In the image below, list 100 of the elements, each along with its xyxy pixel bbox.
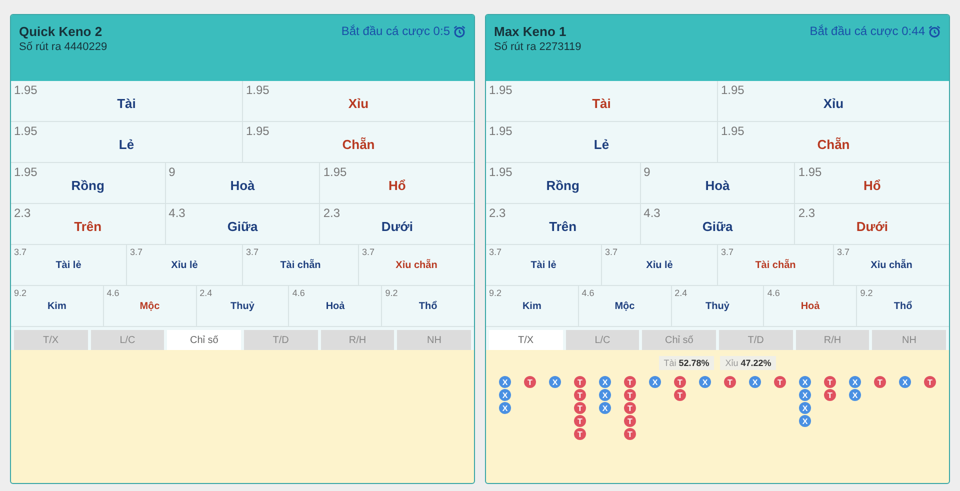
result-bead: X	[499, 402, 511, 414]
bet-option[interactable]: 9 Hoà	[166, 163, 320, 203]
bet-label: Dưới	[856, 219, 888, 234]
result-bead: X	[599, 389, 611, 401]
bet-label: Giữa	[702, 219, 733, 234]
result-bead: T	[574, 428, 586, 440]
bet-label: Tài	[117, 96, 136, 111]
odds: 4.3	[168, 206, 186, 220]
bet-option[interactable]: 2.4 Thuỷ	[672, 286, 764, 326]
result-bead: X	[749, 376, 761, 388]
bet-option[interactable]: 4.6 Hoả	[764, 286, 858, 326]
bet-option[interactable]: 4.3 Giữa	[640, 204, 796, 244]
bet-label: Xỉu	[823, 96, 844, 111]
bet-option[interactable]: 1.95 Rồng	[11, 163, 166, 203]
bet-label: Rồng	[71, 178, 104, 193]
bet-label: Lẻ	[118, 137, 134, 152]
bet-option[interactable]: 9.2 Kim	[486, 286, 579, 326]
countdown: Bắt đầu cá cược 0:44	[810, 24, 925, 38]
result-bead: T	[624, 402, 636, 414]
result-bead: X	[599, 376, 611, 388]
tab[interactable]: T/X	[489, 330, 563, 350]
bet-label: Tài lẻ	[56, 260, 82, 271]
bet-option[interactable]: 2.4 Thuỷ	[196, 286, 290, 326]
bet-option[interactable]: 1.95 Hổ	[795, 163, 949, 203]
bet-option[interactable]: 9 Hoà	[640, 163, 796, 203]
odds: 9	[168, 165, 176, 179]
bet-label: Hoà	[705, 178, 730, 193]
bet-option[interactable]: 4.6 Mộc	[104, 286, 197, 326]
bet-label: Thổ	[894, 301, 912, 312]
result-bead: T	[574, 389, 586, 401]
bet-option[interactable]: 3.7 Xỉu chẵn	[834, 245, 949, 285]
bet-option[interactable]: 2.3 Dưới	[795, 204, 949, 244]
result-bead: X	[499, 376, 511, 388]
bet-option[interactable]: 3.7 Tài lẻ	[11, 245, 127, 285]
bet-option[interactable]: 9.2 Thổ	[382, 286, 474, 326]
bet-label: Thuỷ	[230, 301, 254, 312]
draw-number: Số rút ra 4440229	[19, 41, 108, 53]
bet-label: Thổ	[418, 301, 438, 312]
odds: 4.6	[292, 288, 305, 298]
result-bead: T	[524, 376, 536, 388]
bet-label: Trên	[549, 219, 577, 234]
tab[interactable]: Chỉ số	[167, 330, 242, 350]
odds: 3.7	[721, 247, 734, 257]
result-bead: T	[624, 389, 636, 401]
odds: 1.95	[246, 124, 270, 138]
bet-label: Dưới	[381, 219, 413, 234]
bet-option[interactable]: 3.7 Tài chẵn	[718, 245, 834, 285]
bet-option[interactable]: 3.7 Tài lẻ	[486, 245, 602, 285]
bet-option[interactable]: 1.95 Xỉu	[243, 81, 474, 121]
bet-label: Hoà	[230, 178, 255, 193]
bet-option[interactable]: 3.7 Tài chẵn	[243, 245, 359, 285]
odds: 1.95	[14, 83, 38, 97]
bet-label: Xỉu	[348, 96, 369, 111]
bet-option[interactable]: 1.95 Tài	[11, 81, 243, 121]
bet-option[interactable]: 2.3 Trên	[11, 204, 166, 244]
bet-option[interactable]: 3.7 Xỉu lẻ	[127, 245, 243, 285]
bet-option[interactable]: 1.95 Rồng	[486, 163, 641, 203]
result-bead: X	[799, 402, 811, 414]
bet-label: Xỉu lẻ	[646, 260, 673, 271]
draw-number: Số rút ra 2273119	[494, 41, 582, 53]
odds: 2.3	[323, 206, 340, 220]
odds: 1.95	[489, 124, 512, 138]
odds: 2.4	[200, 288, 212, 298]
bet-option[interactable]: 4.6 Hoả	[289, 286, 382, 326]
odds: 2.4	[674, 288, 688, 298]
bet-label: Mộc	[140, 301, 160, 312]
result-bead: T	[624, 376, 636, 388]
bet-option[interactable]: 3.7 Xỉu lẻ	[602, 245, 718, 285]
result-bead: X	[849, 376, 861, 388]
result-bead: T	[724, 376, 736, 388]
bet-option[interactable]: 1.95 Lẻ	[486, 122, 718, 162]
odds: 1.95	[489, 83, 512, 97]
result-bead: T	[574, 415, 586, 427]
bet-label: Chẵn	[342, 137, 375, 152]
bet-option[interactable]: 2.3 Dưới	[320, 204, 474, 244]
bet-label: Giữa	[227, 219, 258, 234]
bet-option[interactable]: 9.2 Thổ	[857, 286, 949, 326]
alarm-clock-icon	[453, 24, 466, 38]
odds: 3.7	[489, 247, 502, 257]
bet-option[interactable]: 3.7 Xỉu chẵn	[359, 245, 474, 285]
bet-label: Xỉu lẻ	[171, 260, 198, 271]
odds: 1.95	[323, 165, 347, 179]
odds: 3.7	[837, 247, 850, 257]
bet-label: Lẻ	[594, 137, 610, 152]
percentage-label: Tài 52.78%	[658, 356, 714, 370]
bet-option[interactable]: 1.95 Xỉu	[718, 81, 949, 121]
bet-option[interactable]: 1.95 Chẵn	[718, 122, 949, 162]
bet-label: Kim	[522, 301, 542, 312]
bet-option[interactable]: 1.95 Tài	[486, 81, 718, 121]
bet-option[interactable]: 2.3 Trên	[486, 204, 641, 244]
odds: 9.2	[385, 288, 398, 298]
bet-option[interactable]: 1.95 Hổ	[320, 163, 474, 203]
bet-option[interactable]: 4.6 Mộc	[578, 286, 672, 326]
bet-option[interactable]: 1.95 Chẵn	[243, 122, 474, 162]
bet-option[interactable]: 4.3 Giữa	[166, 204, 320, 244]
bet-option[interactable]: 9.2 Kim	[11, 286, 104, 326]
bet-label: Thuỷ	[706, 301, 730, 312]
result-bead: T	[824, 376, 836, 388]
bet-option[interactable]: 1.95 Lẻ	[11, 122, 243, 162]
odds: 2.3	[798, 206, 816, 220]
